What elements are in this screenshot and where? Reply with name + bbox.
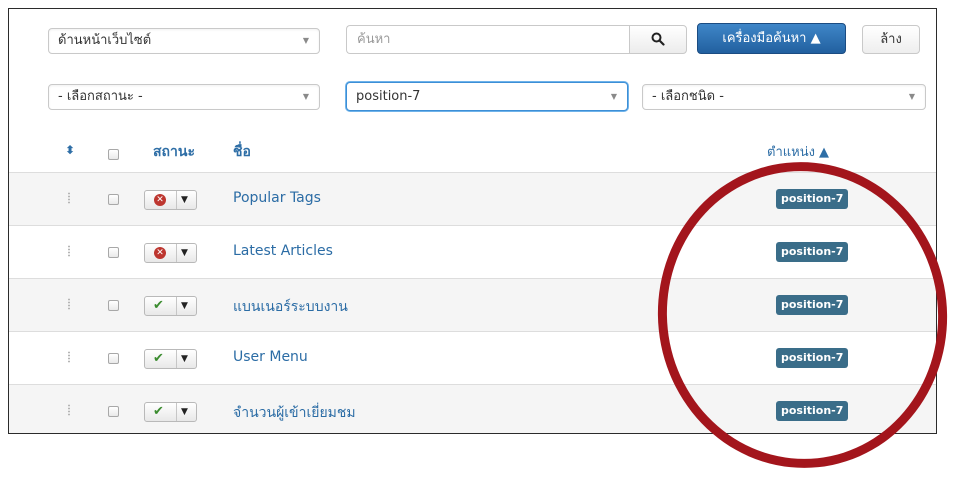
divider — [176, 350, 177, 368]
drag-handle-icon[interactable] — [68, 404, 70, 416]
search-button[interactable] — [629, 25, 687, 54]
select-all-checkbox[interactable] — [108, 149, 119, 160]
position-badge: position-7 — [776, 348, 849, 368]
search-tools-button[interactable]: เครื่องมือค้นหา ▲ — [697, 23, 846, 54]
site-client-select[interactable]: ด้านหน้าเว็บไซต์ ▼ — [48, 28, 320, 54]
caret-down-icon[interactable]: ▼ — [181, 191, 188, 209]
chevron-down-icon: ▼ — [610, 92, 617, 101]
row-checkbox[interactable] — [108, 194, 119, 205]
divider — [176, 191, 177, 209]
table-row: ✔ ▼ User Menu position-7 — [9, 332, 936, 384]
module-title-link[interactable]: แบนเนอร์ระบบงาน — [233, 296, 348, 318]
row-checkbox[interactable] — [108, 406, 119, 417]
position-badge: position-7 — [776, 189, 849, 209]
type-filter-select[interactable]: - เลือกชนิด - ▼ — [642, 84, 926, 110]
position-badge: position-7 — [776, 401, 849, 421]
status-toggle-group[interactable]: ✔ ▼ — [144, 349, 197, 369]
caret-down-icon[interactable]: ▼ — [181, 350, 188, 368]
row-checkbox[interactable] — [108, 247, 119, 258]
site-client-select-value: ด้านหน้าเว็บไซต์ — [58, 33, 152, 48]
chevron-down-icon: ▼ — [302, 92, 309, 101]
divider — [176, 244, 177, 262]
published-check-icon[interactable]: ✔ — [153, 403, 164, 421]
row-checkbox[interactable] — [108, 300, 119, 311]
title-column-header[interactable]: ชื่อ — [233, 141, 251, 163]
position-badge: position-7 — [776, 242, 849, 262]
unpublished-icon[interactable]: ✕ — [154, 247, 166, 259]
table-row: ✕ ▼ Popular Tags position-7 — [9, 173, 936, 225]
status-toggle-group[interactable]: ✕ ▼ — [144, 190, 197, 210]
module-title-link[interactable]: Popular Tags — [233, 190, 321, 206]
clear-button[interactable]: ล้าง — [862, 25, 920, 54]
module-title-link[interactable]: Latest Articles — [233, 243, 333, 259]
divider — [176, 403, 177, 421]
status-toggle-group[interactable]: ✕ ▼ — [144, 243, 197, 263]
table-row: ✕ ▼ Latest Articles position-7 — [9, 226, 936, 278]
status-toggle-group[interactable]: ✔ ▼ — [144, 402, 197, 422]
status-filter-value: - เลือกสถานะ - — [58, 89, 143, 104]
search-input[interactable] — [346, 25, 629, 54]
module-manager-panel: ด้านหน้าเว็บไซต์ ▼ เครื่องมือค้นหา ▲ ล้า… — [8, 8, 937, 434]
search-icon — [651, 32, 665, 46]
table-row: ✔ ▼ จำนวนผู้เข้าเยี่ยมชม position-7 — [9, 385, 936, 433]
published-check-icon[interactable]: ✔ — [153, 350, 164, 368]
drag-handle-icon[interactable] — [68, 298, 70, 310]
status-filter-select[interactable]: - เลือกสถานะ - ▼ — [48, 84, 320, 110]
position-filter-select[interactable]: position-7 ▼ — [346, 82, 628, 111]
drag-handle-icon[interactable] — [68, 351, 70, 363]
module-title-link[interactable]: User Menu — [233, 349, 308, 365]
caret-down-icon[interactable]: ▼ — [181, 244, 188, 262]
chevron-down-icon: ▼ — [302, 36, 309, 45]
unpublished-icon[interactable]: ✕ — [154, 194, 166, 206]
published-check-icon[interactable]: ✔ — [153, 297, 164, 315]
drag-handle-icon[interactable] — [68, 192, 70, 204]
status-toggle-group[interactable]: ✔ ▼ — [144, 296, 197, 316]
position-filter-value: position-7 — [356, 89, 421, 104]
chevron-down-icon: ▼ — [908, 92, 915, 101]
drag-handle-icon[interactable] — [68, 245, 70, 257]
table-row: ✔ ▼ แบนเนอร์ระบบงาน position-7 — [9, 279, 936, 331]
status-column-header[interactable]: สถานะ — [153, 141, 195, 163]
position-badge: position-7 — [776, 295, 849, 315]
module-title-link[interactable]: จำนวนผู้เข้าเยี่ยมชม — [233, 402, 356, 424]
position-column-header[interactable]: ตำแหน่ง ▲ — [767, 141, 829, 162]
divider — [176, 297, 177, 315]
ordering-sort-icon[interactable]: ⬍ — [65, 143, 75, 157]
caret-down-icon[interactable]: ▼ — [181, 297, 188, 315]
caret-down-icon[interactable]: ▼ — [181, 403, 188, 421]
type-filter-value: - เลือกชนิด - — [652, 89, 724, 104]
row-checkbox[interactable] — [108, 353, 119, 364]
